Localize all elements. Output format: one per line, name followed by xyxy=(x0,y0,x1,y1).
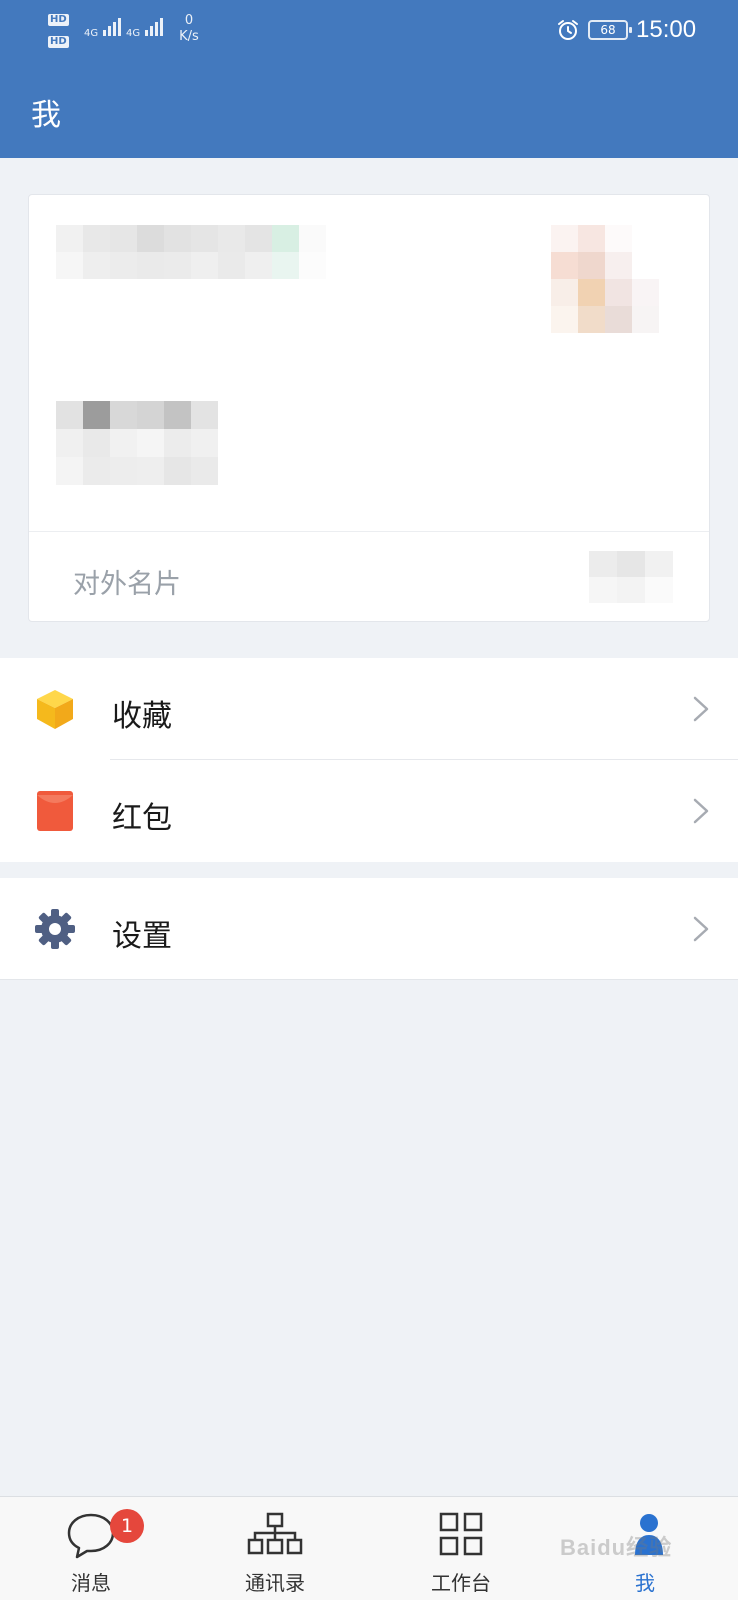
menu-group-settings: 设置 xyxy=(0,878,738,980)
nav-tab-workbench[interactable]: 工作台 xyxy=(386,1497,536,1600)
nav-tab-contacts[interactable]: 通讯录 xyxy=(200,1497,350,1600)
external-card-label[interactable]: 对外名片 xyxy=(73,562,181,601)
nav-tab-label: 我 xyxy=(635,1571,655,1595)
watermark: Baidu经验 xyxy=(560,1535,673,1560)
redacted-company xyxy=(56,401,218,485)
nav-tab-messages[interactable]: 1 消息 xyxy=(16,1497,166,1600)
menu-item-favorites[interactable]: 收藏 xyxy=(0,658,738,760)
header-bar: HD HD 4G 4G 0 K/s 68 15:00 我 xyxy=(0,0,738,158)
chevron-right-icon xyxy=(693,916,709,942)
network-speed: 0 K/s xyxy=(179,13,199,44)
nav-tab-label: 通讯录 xyxy=(245,1571,305,1595)
signal-icon: 4G xyxy=(84,16,122,39)
nav-tab-label: 工作台 xyxy=(431,1571,491,1595)
nav-tab-label: 消息 xyxy=(71,1571,111,1595)
red-packet-icon xyxy=(37,791,73,831)
redacted-name xyxy=(56,225,326,279)
unread-badge: 1 xyxy=(110,1509,144,1543)
hd-icon: HD xyxy=(48,36,69,48)
hd-icon: HD xyxy=(48,14,69,26)
chat-bubble-icon xyxy=(67,1513,115,1559)
page-title: 我 xyxy=(31,98,61,133)
alarm-icon xyxy=(558,20,578,40)
profile-card[interactable]: 对外名片 xyxy=(28,194,710,622)
gear-icon xyxy=(35,909,75,949)
battery-icon: 68 xyxy=(588,20,632,40)
menu-item-label: 设置 xyxy=(112,919,172,954)
signal-icon: 4G xyxy=(126,16,164,39)
status-bar: HD HD 4G 4G 0 K/s 68 15:00 xyxy=(0,0,738,60)
menu-item-red-packet[interactable]: 红包 xyxy=(0,760,738,862)
favorites-box-icon xyxy=(37,690,73,729)
org-chart-icon xyxy=(247,1512,303,1555)
redacted-avatar xyxy=(551,225,659,333)
clock: 15:00 xyxy=(636,16,697,43)
grid-icon xyxy=(439,1512,483,1556)
chevron-right-icon xyxy=(693,696,709,722)
menu-item-label: 红包 xyxy=(112,801,172,836)
chevron-right-icon xyxy=(693,798,709,824)
menu-item-label: 收藏 xyxy=(112,699,172,734)
menu-group-tools: 收藏 红包 xyxy=(0,658,738,862)
menu-item-settings[interactable]: 设置 xyxy=(0,878,738,980)
redacted-value xyxy=(589,551,673,603)
card-divider xyxy=(29,531,709,532)
